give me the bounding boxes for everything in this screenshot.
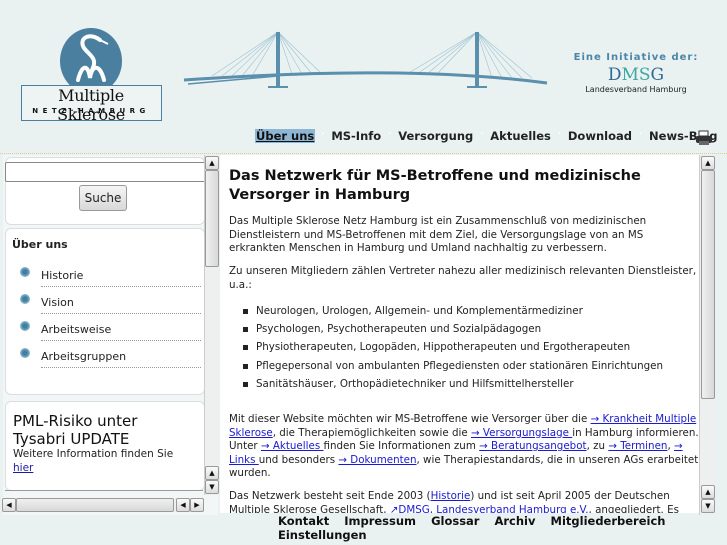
page-title: Das Netzwerk für MS-Betroffene und mediz… — [229, 168, 641, 203]
scroll-thumb[interactable] — [205, 170, 219, 267]
sidebar-vertical-scrollbar[interactable]: ▲ ▲ ▼ — [204, 155, 219, 495]
header-divider — [0, 153, 727, 154]
nav-ueber-uns[interactable]: Über uns — [255, 129, 316, 143]
scroll-left-arrow-icon[interactable]: ◀ — [176, 498, 190, 512]
member-list: Neurologen, Urologen, Allgemein- und Kom… — [229, 305, 663, 396]
scroll-up-arrow-icon[interactable]: ▲ — [701, 485, 715, 499]
sidebar-item-arbeitsgruppen[interactable]: Arbeitsgruppen — [20, 348, 201, 374]
website-paragraph: Mit dieser Website möchten wir MS-Betrof… — [229, 413, 699, 479]
link-beratungsangebot[interactable]: → Beratungsangebot — [479, 440, 586, 452]
link-historie[interactable]: Historie — [431, 490, 471, 502]
link-terminen[interactable]: → Terminen — [608, 440, 667, 452]
list-item: Physiotherapeuten, Logopäden, Hippothera… — [229, 341, 663, 359]
news-link-hier[interactable]: hier — [13, 462, 33, 474]
nav-ms-info[interactable]: MS-Info — [324, 129, 388, 143]
members-paragraph: Zu unseren Mitgliedern zählen Vertreter … — [229, 265, 697, 291]
swan-icon — [76, 34, 109, 82]
list-item: Pflegepersonal von ambulanten Pflegedien… — [229, 360, 663, 378]
scroll-down-arrow-icon[interactable]: ▼ — [205, 480, 219, 494]
initiative-label: Eine Initiative der: — [573, 52, 699, 63]
footer-link-archiv[interactable]: Archiv — [494, 514, 535, 528]
bridge-illustration — [183, 31, 548, 88]
scroll-up-arrow-icon[interactable]: ▲ — [701, 156, 715, 170]
footer-nav: Kontakt Impressum Glossar Archiv Mitglie… — [278, 514, 727, 542]
footer-link-kontakt[interactable]: Kontakt — [278, 514, 329, 528]
nav-versorgung[interactable]: Versorgung — [391, 129, 480, 143]
scroll-left-arrow-icon[interactable]: ◀ — [2, 498, 16, 512]
link-dokumenten[interactable]: → Dokumenten — [338, 454, 416, 466]
nav-aktuelles[interactable]: Aktuelles — [483, 129, 558, 143]
scroll-up-arrow-icon[interactable]: ▲ — [205, 466, 219, 480]
h-scroll-thumb[interactable] — [16, 498, 174, 512]
dmsg-logo: DMSG — [607, 65, 665, 85]
main-content: Das Netzwerk für MS-Betroffene und mediz… — [220, 155, 703, 513]
logo-title: Multiple Sklerose — [57, 86, 125, 124]
dmsg-region: Landesverband Hamburg — [585, 85, 687, 94]
list-item: Psychologen, Psychotherapeuten und Sozia… — [229, 323, 663, 341]
sidebar-item-historie[interactable]: Historie — [20, 267, 201, 293]
footer-link-einstellungen[interactable]: Einstellungen — [278, 528, 367, 542]
main-nav: Über uns · MS-Info · Versorgung · Aktuel… — [255, 129, 725, 143]
footer-link-mitgliederbereich[interactable]: Mitgliederbereich — [551, 514, 666, 528]
history-paragraph: Das Netzwerk besteht seit Ende 2003 (His… — [229, 490, 699, 513]
dmsg-initiative[interactable]: Eine Initiative der: DMSG Landesverband … — [572, 52, 700, 94]
news-text: Weitere Information finden Sie hier — [13, 448, 174, 474]
bullet-icon — [20, 348, 30, 358]
bullet-icon — [20, 267, 30, 277]
list-item: Sanitätshäuser, Orthopädietechniker und … — [229, 378, 663, 396]
scroll-right-arrow-icon[interactable]: ▶ — [190, 498, 204, 512]
nav-download[interactable]: Download — [561, 129, 639, 143]
content-vertical-scrollbar[interactable]: ▲ ▲ ▼ — [699, 155, 715, 515]
sidebar-horizontal-scrollbar[interactable]: ◀ ◀ ▶ — [1, 498, 204, 512]
bullet-icon — [20, 321, 30, 331]
logo-subtitle: NETZ·HAMBURG — [32, 107, 150, 115]
sidebar-menu-title: Über uns — [12, 238, 68, 251]
scroll-thumb[interactable] — [701, 170, 715, 399]
intro-paragraph: Das Multiple Sklerose Netz Hamburg ist e… — [229, 215, 647, 254]
search-input[interactable] — [5, 162, 211, 182]
sidebar-item-vision[interactable]: Vision — [20, 294, 201, 320]
scroll-down-arrow-icon[interactable]: ▼ — [701, 499, 715, 513]
link-aktuelles[interactable]: → Aktuelles — [261, 440, 324, 452]
site-logo[interactable]: Multiple Sklerose NETZ·HAMBURG — [20, 28, 162, 124]
sidebar-item-arbeitsweise[interactable]: Arbeitsweise — [20, 321, 201, 347]
footer-link-glossar[interactable]: Glossar — [431, 514, 479, 528]
link-versorgungslage[interactable]: → Versorgungslage — [471, 427, 572, 439]
news-title: PML-Risiko unter Tysabri UPDATE — [13, 412, 138, 448]
footer-link-impressum[interactable]: Impressum — [344, 514, 416, 528]
list-item: Neurologen, Urologen, Allgemein- und Kom… — [229, 305, 663, 323]
bullet-icon — [20, 294, 30, 304]
search-button[interactable]: Suche — [79, 185, 127, 211]
printer-icon[interactable] — [695, 130, 713, 146]
link-dmsg[interactable]: ↗DMSG, Landesverband Hamburg e.V. — [390, 504, 589, 514]
scroll-up-arrow-icon[interactable]: ▲ — [205, 156, 219, 170]
